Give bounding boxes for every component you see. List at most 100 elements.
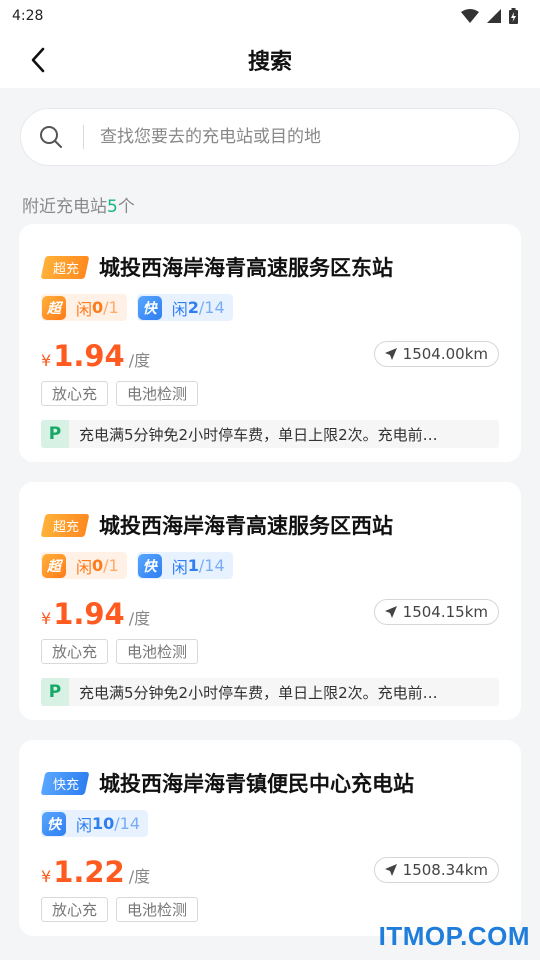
price-unit: /度 xyxy=(128,609,151,628)
price-value: 1.94 xyxy=(53,339,125,373)
status-icons xyxy=(461,8,518,24)
availability-row: 超 闲 0/1 快 闲 2/14 xyxy=(41,294,499,321)
charge-type-tag-label: 超充 xyxy=(53,261,80,277)
station-name: 城投西海岸海青高速服务区西站 xyxy=(99,514,394,538)
station-name: 城投西海岸海青镇便民中心充电站 xyxy=(99,772,415,796)
free-count: 1 xyxy=(187,556,199,575)
feature-tag: 电池检测 xyxy=(116,639,199,664)
feature-tags: 放心充 电池检测 xyxy=(41,897,499,922)
currency-symbol: ¥ xyxy=(41,609,52,628)
fast-charger-availability: 快 闲 2/14 xyxy=(136,294,233,321)
availability-row: 快 闲 10/14 xyxy=(41,810,499,837)
parking-text: 充电满5分钟免2小时停车费，单日上限2次。充电前… xyxy=(79,425,438,444)
distance-badge[interactable]: 1504.00km xyxy=(373,341,499,367)
free-count: 0 xyxy=(92,556,104,575)
back-button[interactable] xyxy=(22,44,54,76)
price: ¥ 1.22 /度 xyxy=(41,855,150,889)
price-row: ¥ 1.94 /度 1504.15km xyxy=(41,597,499,631)
free-count: 2 xyxy=(187,298,199,317)
feature-tag: 放心充 xyxy=(41,381,109,406)
free-count: 0 xyxy=(92,298,104,317)
fast-charger-availability: 快 闲 10/14 xyxy=(41,810,149,837)
currency-symbol: ¥ xyxy=(41,351,52,370)
feature-tag: 放心充 xyxy=(41,639,109,664)
price: ¥ 1.94 /度 xyxy=(41,597,150,631)
search-divider xyxy=(83,125,84,149)
watermark: ITMOP.COM xyxy=(378,921,530,951)
navigation-arrow-icon xyxy=(384,348,397,360)
charge-type-tag-label: 快充 xyxy=(53,777,80,793)
navigation-arrow-icon xyxy=(384,606,397,618)
wifi-icon xyxy=(461,9,479,23)
search-icon xyxy=(40,126,62,148)
parking-icon: P xyxy=(41,420,69,448)
station-card[interactable]: 快充 城投西海岸海青镇便民中心充电站 快 闲 10/14 ¥ 1.22 /度 15… xyxy=(19,740,521,936)
free-label: 闲 xyxy=(76,815,93,835)
total-count: /14 xyxy=(198,298,225,317)
charge-type-tag: 超充 xyxy=(40,255,90,279)
availability-row: 超 闲 0/1 快 闲 1/14 xyxy=(41,552,499,579)
feature-tag: 放心充 xyxy=(41,897,109,922)
distance-value: 1504.15km xyxy=(402,603,488,621)
app-header: 搜索 xyxy=(0,32,540,88)
price-row: ¥ 1.22 /度 1508.34km xyxy=(41,855,499,889)
fast-charger-badge: 快 xyxy=(42,811,66,836)
search-area xyxy=(0,88,540,166)
nearby-count-label: 附近充电站5个 xyxy=(0,166,540,224)
super-charger-availability: 超 闲 0/1 xyxy=(41,552,127,579)
page-title: 搜索 xyxy=(247,50,292,75)
station-name: 城投西海岸海青高速服务区东站 xyxy=(99,256,394,280)
price-unit: /度 xyxy=(128,351,151,370)
station-title-row: 快充 城投西海岸海青镇便民中心充电站 xyxy=(40,768,499,798)
nearby-suffix: 个 xyxy=(117,197,135,217)
charge-type-tag: 快充 xyxy=(40,771,90,795)
total-count: /1 xyxy=(103,556,119,575)
price: ¥ 1.94 /度 xyxy=(41,339,150,373)
status-bar: 4:28 xyxy=(0,0,540,32)
total-count: /14 xyxy=(114,814,141,833)
search-input[interactable] xyxy=(100,127,519,147)
feature-tag: 电池检测 xyxy=(116,381,199,406)
search-bar[interactable] xyxy=(20,108,520,166)
fast-charger-badge: 快 xyxy=(137,553,162,578)
free-label: 闲 xyxy=(76,557,93,577)
cell-signal-icon xyxy=(487,9,501,23)
price-row: ¥ 1.94 /度 1504.00km xyxy=(41,339,499,373)
distance-value: 1508.34km xyxy=(402,861,488,879)
super-charger-availability: 超 闲 0/1 xyxy=(41,294,127,321)
free-label: 闲 xyxy=(171,557,188,577)
chevron-left-icon xyxy=(31,47,45,73)
navigation-arrow-icon xyxy=(384,864,397,876)
distance-badge[interactable]: 1508.34km xyxy=(373,857,499,883)
distance-value: 1504.00km xyxy=(402,345,488,363)
fast-charger-availability: 快 闲 1/14 xyxy=(136,552,233,579)
parking-info: P 充电满5分钟免2小时停车费，单日上限2次。充电前… xyxy=(41,420,499,448)
distance-badge[interactable]: 1504.15km xyxy=(373,599,499,625)
feature-tags: 放心充 电池检测 xyxy=(41,639,499,664)
station-title-row: 超充 城投西海岸海青高速服务区西站 xyxy=(40,510,499,540)
free-label: 闲 xyxy=(76,299,93,319)
station-title-row: 超充 城投西海岸海青高速服务区东站 xyxy=(40,252,499,282)
battery-icon xyxy=(509,8,518,24)
charge-type-tag-label: 超充 xyxy=(53,519,80,535)
feature-tags: 放心充 电池检测 xyxy=(41,381,499,406)
status-time: 4:28 xyxy=(12,8,44,24)
feature-tag: 电池检测 xyxy=(116,897,199,922)
total-count: /14 xyxy=(198,556,225,575)
station-card[interactable]: 超充 城投西海岸海青高速服务区东站 超 闲 0/1 快 闲 2/14 ¥ 1.94 … xyxy=(19,224,521,462)
free-label: 闲 xyxy=(171,299,188,319)
super-charger-badge: 超 xyxy=(42,553,66,578)
parking-icon: P xyxy=(41,678,69,706)
parking-text: 充电满5分钟免2小时停车费，单日上限2次。充电前… xyxy=(79,683,438,702)
parking-info: P 充电满5分钟免2小时停车费，单日上限2次。充电前… xyxy=(41,678,499,706)
fast-charger-badge: 快 xyxy=(137,295,162,320)
station-card[interactable]: 超充 城投西海岸海青高速服务区西站 超 闲 0/1 快 闲 1/14 ¥ 1.94 … xyxy=(19,482,521,720)
total-count: /1 xyxy=(103,298,119,317)
nearby-prefix: 附近充电站 xyxy=(22,197,107,217)
free-count: 10 xyxy=(92,814,115,833)
currency-symbol: ¥ xyxy=(41,867,52,886)
super-charger-badge: 超 xyxy=(42,295,66,320)
price-unit: /度 xyxy=(128,867,151,886)
charge-type-tag: 超充 xyxy=(40,513,90,537)
price-value: 1.94 xyxy=(53,597,125,631)
